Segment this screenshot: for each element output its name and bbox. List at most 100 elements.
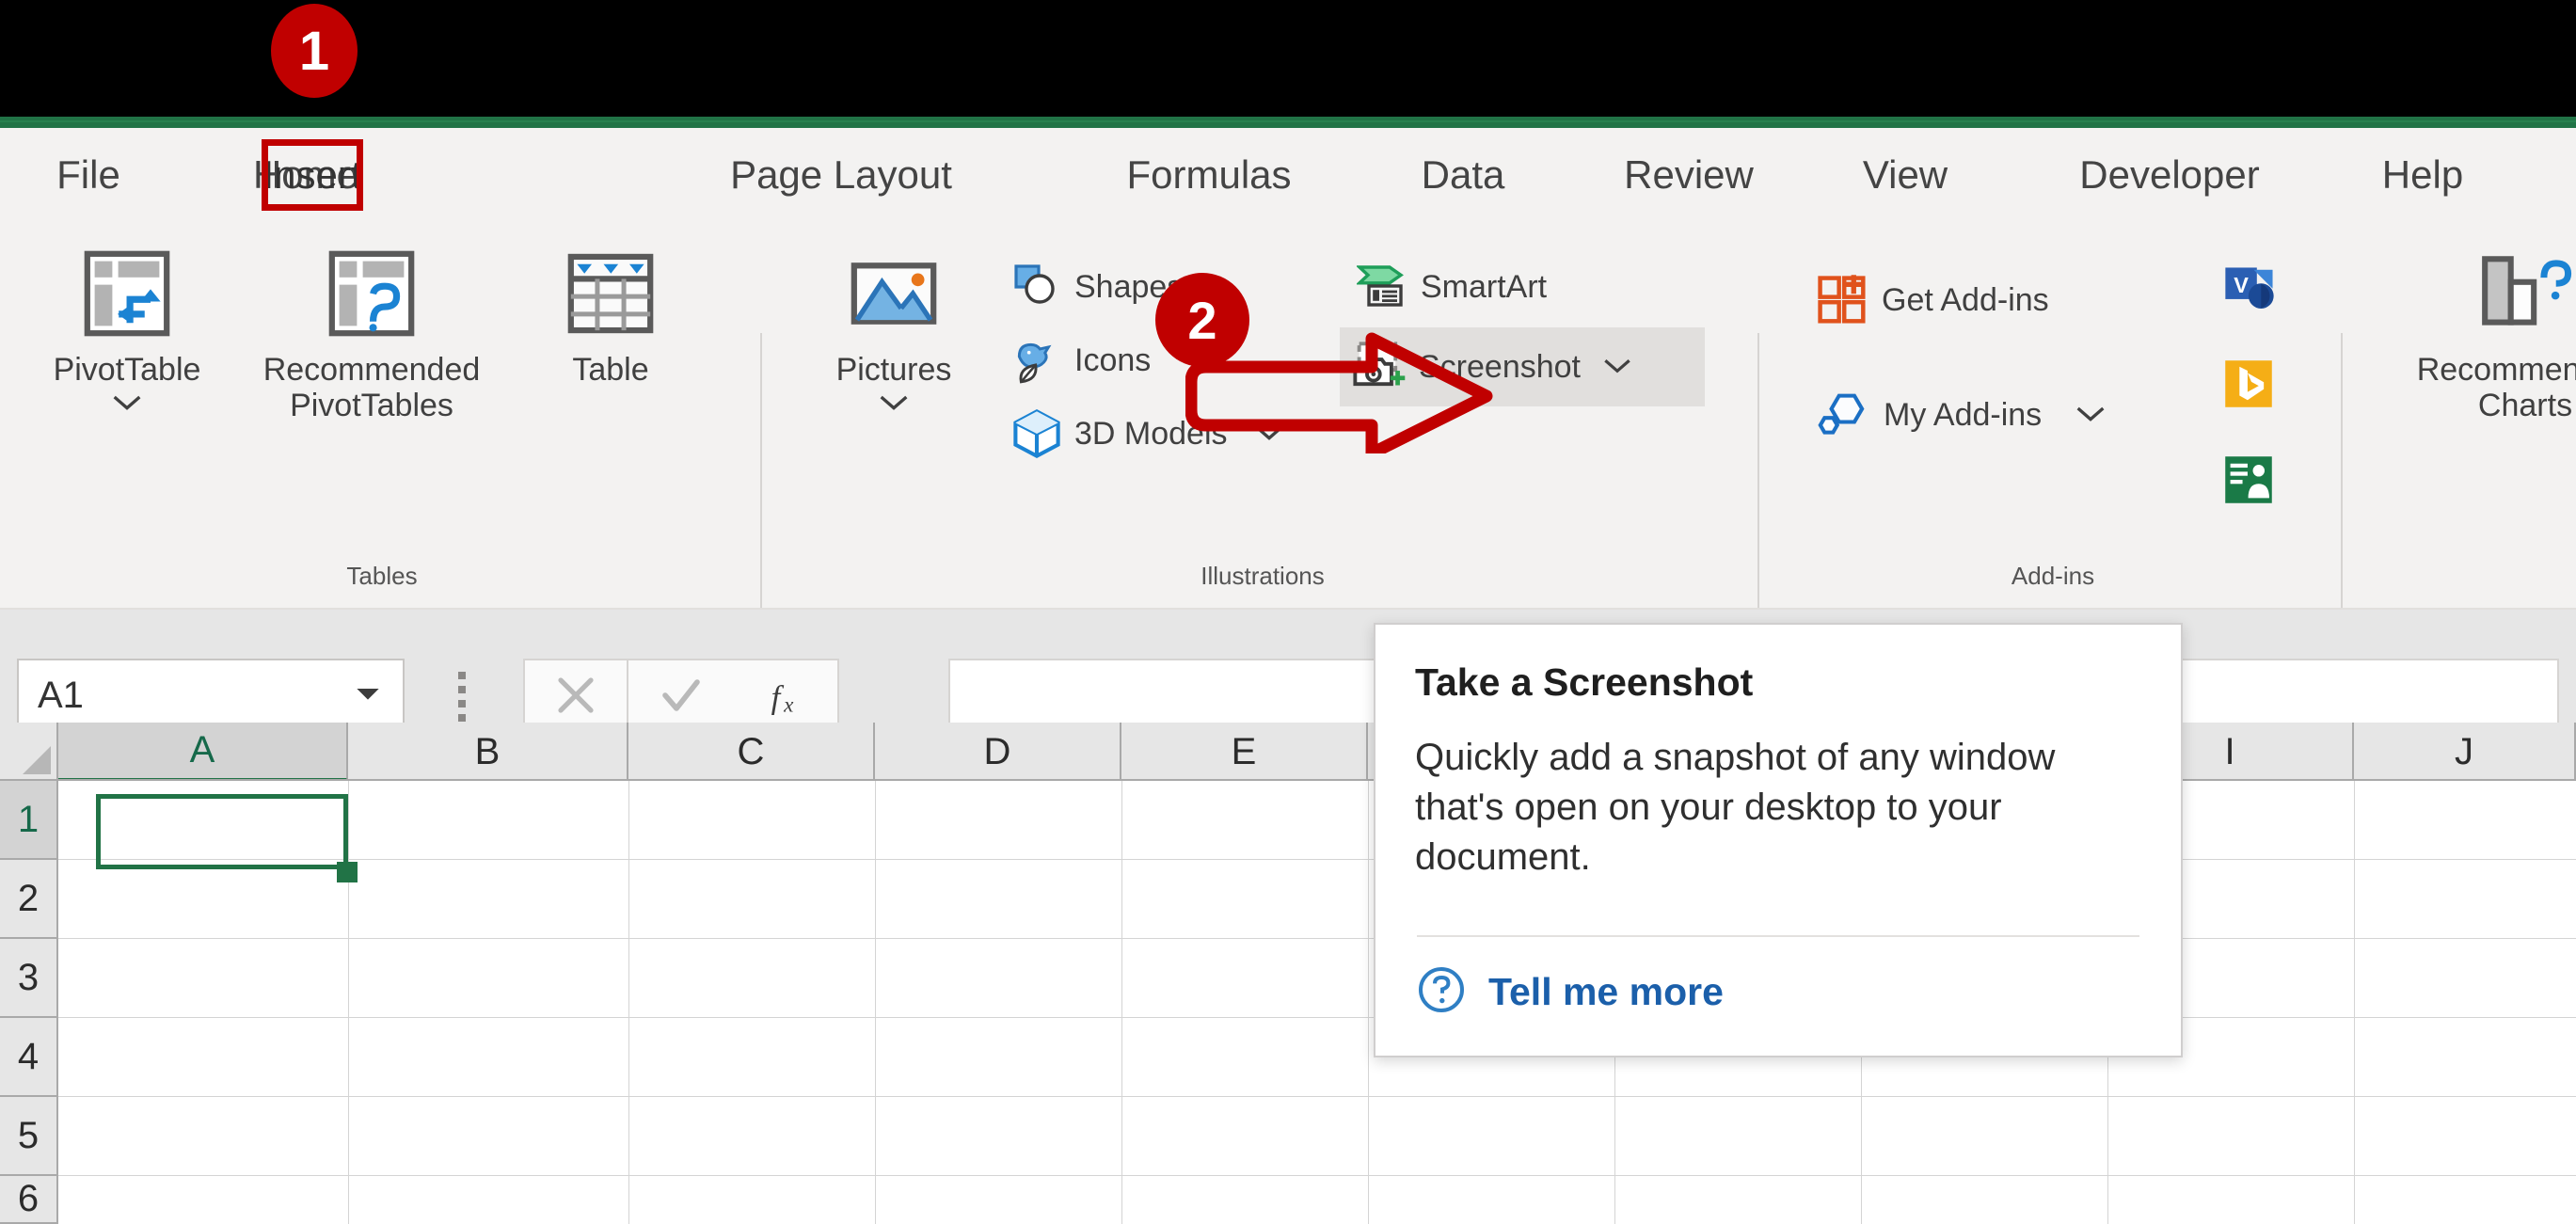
enter-check-icon <box>662 679 700 711</box>
column-header-j[interactable]: J <box>2354 723 2576 781</box>
row-header-1-label: 1 <box>17 798 40 840</box>
my-addins-icon <box>1814 386 1872 444</box>
fx-insert-function-icon: f x <box>771 679 795 718</box>
drag-dot <box>458 686 466 693</box>
insert-function-button[interactable]: f x <box>734 659 839 732</box>
select-all-corner-button[interactable] <box>0 723 58 781</box>
addins-group-label: Add-ins <box>2011 562 2095 590</box>
ribbon-tab-strip: File Home Insert Page Layout Formulas Da… <box>0 128 2576 222</box>
tab-data[interactable]: Data <box>1394 128 1532 222</box>
column-header-j-label: J <box>2455 730 2473 772</box>
row-header-6[interactable]: 6 <box>0 1176 58 1224</box>
recommended-pivot-tables-button[interactable]: Recommended PivotTables <box>226 239 517 423</box>
pivot-table-icon <box>80 239 174 341</box>
column-header-e-label: E <box>1231 730 1257 772</box>
tab-review-label: Review <box>1624 152 1754 197</box>
tab-developer-label: Developer <box>2079 152 2260 197</box>
column-header-bottom-rule <box>58 779 2576 781</box>
tab-insert[interactable]: Insert <box>262 128 362 222</box>
pivot-table-chevron-down-icon[interactable] <box>108 389 146 419</box>
column-header-a[interactable]: A <box>58 723 348 781</box>
name-box-dropdown-icon[interactable] <box>354 684 403 707</box>
ribbon-group-charts: Recommended Charts <box>2345 222 2576 598</box>
tooltip-body: Quickly add a snapshot of any window tha… <box>1415 737 2056 879</box>
row-header-6-label: 6 <box>17 1178 40 1219</box>
tab-formulas[interactable]: Formulas <box>1073 128 1345 222</box>
pictures-chevron-down-icon[interactable] <box>875 389 913 419</box>
ribbon-group-tables: PivotTable Recommended PivotTables Table… <box>0 222 764 644</box>
tooltip-separator <box>1417 935 2139 937</box>
smartart-icon <box>1357 261 1409 313</box>
smartart-label: SmartArt <box>1421 268 1548 305</box>
excel-accent-rule-highlight <box>0 120 2576 122</box>
get-addins-button[interactable]: Get Add-ins <box>1805 269 2059 331</box>
tab-page-layout[interactable]: Page Layout <box>670 128 1012 222</box>
drag-dot <box>458 672 466 679</box>
grid-line-vertical <box>1121 781 1122 1224</box>
my-addins-button[interactable]: My Add-ins <box>1805 384 2119 446</box>
grid-line-horizontal <box>58 1175 2576 1176</box>
my-addins-label: My Add-ins <box>1884 396 2043 433</box>
tab-view-label: View <box>1862 152 1948 197</box>
drag-dot <box>458 714 466 722</box>
name-box[interactable]: A1 <box>17 659 405 732</box>
grid-line-horizontal <box>58 1017 2576 1018</box>
tab-insert-active-underline <box>275 204 350 211</box>
people-graph-icon[interactable] <box>2222 453 2275 506</box>
grid-line-horizontal <box>58 1096 2576 1097</box>
cancel-entry-button[interactable] <box>523 659 628 732</box>
tab-file[interactable]: File <box>19 128 158 222</box>
tooltip-title: Take a Screenshot <box>1415 660 1754 704</box>
grid-line-vertical <box>875 781 876 1224</box>
row-header-1[interactable]: 1 <box>0 781 58 860</box>
tab-file-label: File <box>56 152 120 197</box>
table-button[interactable]: Table <box>527 239 694 388</box>
row-header-5[interactable]: 5 <box>0 1097 58 1176</box>
grid-line-vertical <box>1368 781 1369 1224</box>
row-header-4[interactable]: 4 <box>0 1018 58 1097</box>
group-divider-tables-illustrations <box>760 333 762 644</box>
svg-text:x: x <box>783 692 794 717</box>
screenshot-chevron-down-icon[interactable] <box>1599 349 1635 386</box>
tab-developer[interactable]: Developer <box>2021 128 2318 222</box>
confirm-entry-button[interactable] <box>628 659 734 732</box>
screenshot-tooltip: Take a Screenshot Quickly add a snapshot… <box>1374 623 2183 1057</box>
step-badge-2: 2 <box>1155 273 1249 367</box>
tab-view[interactable]: View <box>1831 128 1980 222</box>
pictures-button[interactable]: Pictures <box>800 239 988 419</box>
select-all-triangle-icon <box>23 746 51 774</box>
active-cell-a1[interactable] <box>96 794 348 869</box>
spreadsheet-grid: A B C D E F G H I J 1 2 3 4 5 6 <box>0 723 2576 1224</box>
row-header-2[interactable]: 2 <box>0 860 58 939</box>
excel-accent-rule <box>0 117 2576 128</box>
bing-maps-icon[interactable] <box>2222 358 2275 410</box>
column-header-b[interactable]: B <box>348 723 628 781</box>
column-header-d[interactable]: D <box>875 723 1121 781</box>
visio-data-visualizer-icon[interactable]: V <box>2222 263 2277 318</box>
icons-button[interactable]: Icons <box>1001 329 1160 391</box>
my-addins-chevron-down-icon[interactable] <box>2072 397 2109 434</box>
group-divider-illustrations-addins <box>1757 333 1759 644</box>
drag-dot <box>458 700 466 707</box>
formula-bar-drag-handle[interactable] <box>458 672 466 722</box>
icons-label: Icons <box>1074 342 1152 378</box>
column-header-c[interactable]: C <box>628 723 875 781</box>
step-badge-1-label: 1 <box>298 20 330 82</box>
smartart-button[interactable]: SmartArt <box>1347 256 1556 318</box>
row-header-3[interactable]: 3 <box>0 939 58 1018</box>
tell-me-more-link[interactable]: Tell me more <box>1417 965 1724 1019</box>
icons-bird-leaf-icon <box>1010 334 1063 387</box>
column-header-c-label: C <box>737 730 765 772</box>
fill-handle[interactable] <box>337 862 358 882</box>
grid-line-horizontal <box>58 859 2576 860</box>
pivot-table-button[interactable]: PivotTable <box>19 239 235 419</box>
recommended-charts-button[interactable]: Recommended Charts <box>2403 239 2576 423</box>
column-header-e[interactable]: E <box>1121 723 1368 781</box>
column-header-d-label: D <box>983 730 1011 772</box>
tab-help[interactable]: Help <box>2352 128 2493 222</box>
tab-review[interactable]: Review <box>1590 128 1788 222</box>
tab-help-label: Help <box>2381 152 2464 197</box>
tab-formulas-label: Formulas <box>1126 152 1292 197</box>
table-icon <box>564 239 658 341</box>
column-header-b-label: B <box>474 730 501 772</box>
